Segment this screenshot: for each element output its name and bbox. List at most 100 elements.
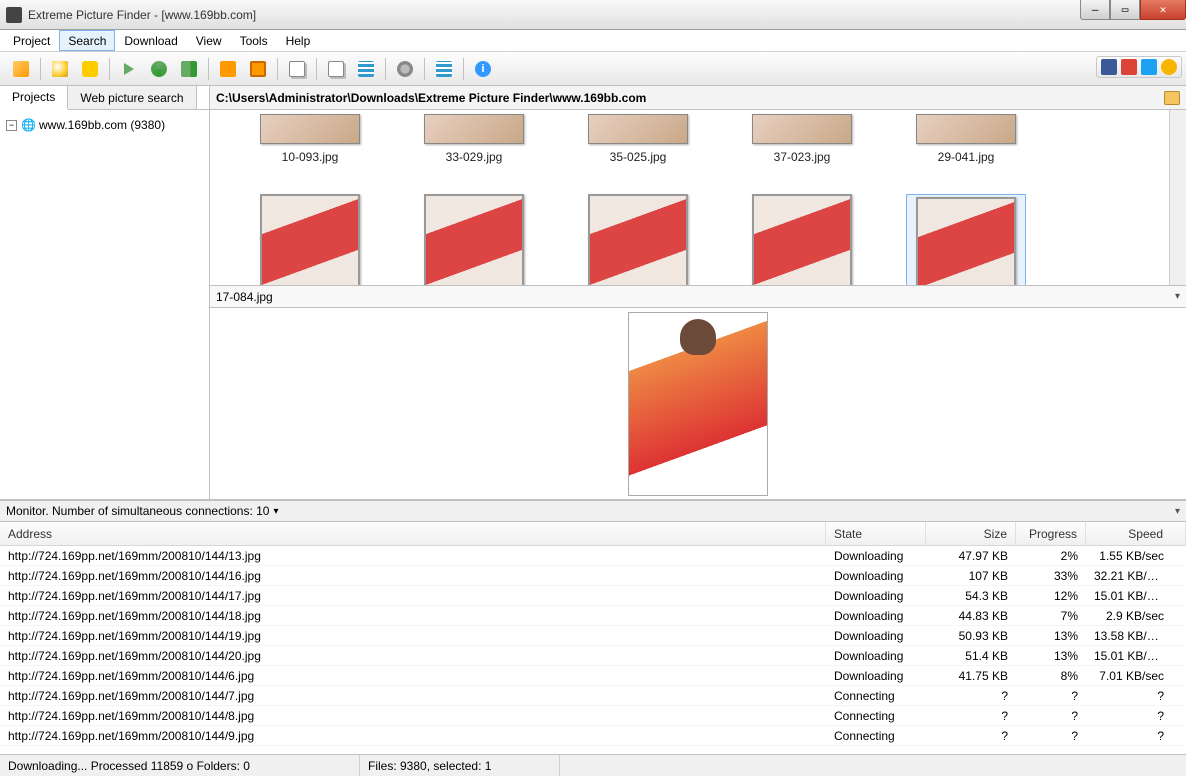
cell-address: http://724.169pp.net/169mm/200810/144/6.… (0, 669, 826, 683)
col-progress[interactable]: Progress (1016, 522, 1086, 545)
vertical-scrollbar[interactable] (1169, 110, 1186, 285)
stop-icon[interactable] (216, 57, 240, 81)
chevron-down-icon[interactable]: ▾ (1175, 506, 1180, 517)
table-row[interactable]: http://724.169pp.net/169mm/200810/144/20… (0, 646, 1186, 666)
thumb-row-1: 10-093.jpg 33-029.jpg 35-025.jpg 37-023.jpg… (250, 114, 1176, 164)
cell-size: ? (926, 709, 1016, 723)
col-speed[interactable]: Speed (1086, 522, 1186, 545)
col-size[interactable]: Size (926, 522, 1016, 545)
thumbnail-label: 37-023.jpg (742, 150, 862, 164)
cell-speed: ? (1086, 689, 1186, 703)
thumbnail-image (260, 194, 360, 285)
thumbnail-item[interactable] (414, 194, 534, 285)
cell-address: http://724.169pp.net/169mm/200810/144/13… (0, 549, 826, 563)
menu-tools[interactable]: Tools (231, 30, 277, 51)
table-row[interactable]: http://724.169pp.net/169mm/200810/144/9.… (0, 726, 1186, 746)
step-icon[interactable] (177, 57, 201, 81)
expand-icon[interactable]: − (6, 120, 17, 131)
thumbnail-item[interactable] (742, 194, 862, 285)
thumbnail-image (752, 194, 852, 285)
menu-view[interactable]: View (187, 30, 231, 51)
help-icon[interactable]: i (471, 57, 495, 81)
cell-state: Downloading (826, 649, 926, 663)
thumbnail-item[interactable]: 35-025.jpg (578, 114, 698, 164)
comment-icon[interactable] (78, 57, 102, 81)
open-folder-icon[interactable] (1164, 91, 1180, 105)
qq-icon[interactable] (1161, 59, 1177, 75)
thumbnail-item[interactable]: 33-029.jpg (414, 114, 534, 164)
preview-image[interactable] (628, 312, 768, 496)
cell-state: Downloading (826, 549, 926, 563)
preview-header[interactable]: 17-084.jpg ▾ (210, 285, 1186, 307)
path-bar: C:\Users\Administrator\Downloads\Extreme… (210, 86, 1186, 110)
tab-web-search[interactable]: Web picture search (68, 86, 196, 109)
thumbnail-item[interactable]: 29-041.jpg (906, 114, 1026, 164)
table-row[interactable]: http://724.169pp.net/169mm/200810/144/7.… (0, 686, 1186, 706)
new-project-icon[interactable] (9, 57, 33, 81)
gear-icon[interactable] (393, 57, 417, 81)
cell-speed: 15.01 KB/sec (1086, 649, 1186, 663)
chevron-down-icon[interactable]: ▾ (1175, 291, 1180, 302)
table-row[interactable]: http://724.169pp.net/169mm/200810/144/16… (0, 566, 1186, 586)
app-icon (6, 7, 22, 23)
col-state[interactable]: State (826, 522, 926, 545)
cell-state: Connecting (826, 709, 926, 723)
cell-progress: 13% (1016, 629, 1086, 643)
tree-node[interactable]: − 🌐 www.169bb.com (9380) (4, 116, 205, 134)
minimize-button[interactable]: — (1080, 0, 1110, 20)
cell-progress: ? (1016, 689, 1086, 703)
cell-progress: 12% (1016, 589, 1086, 603)
cell-progress: 13% (1016, 649, 1086, 663)
col-address[interactable]: Address (0, 522, 826, 545)
window-buttons: — ▭ ✕ (1080, 0, 1186, 20)
calendar-icon[interactable] (354, 57, 378, 81)
thumbnail-item[interactable]: 10-093.jpg (250, 114, 370, 164)
thumbnail-item[interactable] (578, 194, 698, 285)
cell-speed: ? (1086, 729, 1186, 743)
options1-icon[interactable] (324, 57, 348, 81)
refresh-icon[interactable] (147, 57, 171, 81)
thumbnail-item[interactable] (250, 194, 370, 285)
cell-address: http://724.169pp.net/169mm/200810/144/16… (0, 569, 826, 583)
current-path: C:\Users\Administrator\Downloads\Extreme… (216, 91, 646, 105)
thumbnail-item[interactable] (906, 194, 1026, 285)
table-row[interactable]: http://724.169pp.net/169mm/200810/144/8.… (0, 706, 1186, 726)
toolbar-separator (40, 58, 41, 80)
twitter-icon[interactable] (1141, 59, 1157, 75)
facebook-icon[interactable] (1101, 59, 1117, 75)
cell-progress: 7% (1016, 609, 1086, 623)
menu-search[interactable]: Search (59, 30, 115, 51)
play-icon[interactable] (117, 57, 141, 81)
thumbnail-image (424, 194, 524, 285)
stop-all-icon[interactable] (246, 57, 270, 81)
cell-speed: 7.01 KB/sec (1086, 669, 1186, 683)
google-icon[interactable] (1121, 59, 1137, 75)
toolbar-separator (109, 58, 110, 80)
cell-progress: ? (1016, 709, 1086, 723)
cell-size: 41.75 KB (926, 669, 1016, 683)
menu-help[interactable]: Help (277, 30, 320, 51)
tab-projects[interactable]: Projects (0, 86, 68, 110)
monitor-bar[interactable]: Monitor. Number of simultaneous connecti… (0, 500, 1186, 522)
menu-download[interactable]: Download (115, 30, 186, 51)
table-row[interactable]: http://724.169pp.net/169mm/200810/144/13… (0, 546, 1186, 566)
maximize-button[interactable]: ▭ (1110, 0, 1140, 20)
search-icon[interactable] (48, 57, 72, 81)
cell-size: 50.93 KB (926, 629, 1016, 643)
menu-project[interactable]: Project (4, 30, 59, 51)
table-row[interactable]: http://724.169pp.net/169mm/200810/144/17… (0, 586, 1186, 606)
toolbar-separator (424, 58, 425, 80)
toolbar-separator (316, 58, 317, 80)
cell-address: http://724.169pp.net/169mm/200810/144/18… (0, 609, 826, 623)
copy-icon[interactable] (285, 57, 309, 81)
cell-state: Connecting (826, 729, 926, 743)
dropdown-icon[interactable]: ▾ (273, 506, 278, 517)
table-row[interactable]: http://724.169pp.net/169mm/200810/144/18… (0, 606, 1186, 626)
thumbnail-item[interactable]: 37-023.jpg (742, 114, 862, 164)
thumbnails-icon[interactable] (432, 57, 456, 81)
table-row[interactable]: http://724.169pp.net/169mm/200810/144/19… (0, 626, 1186, 646)
table-row[interactable]: http://724.169pp.net/169mm/200810/144/6.… (0, 666, 1186, 686)
monitor-label: Monitor. Number of simultaneous connecti… (6, 504, 269, 518)
preview-pane (210, 307, 1186, 499)
close-button[interactable]: ✕ (1140, 0, 1186, 20)
